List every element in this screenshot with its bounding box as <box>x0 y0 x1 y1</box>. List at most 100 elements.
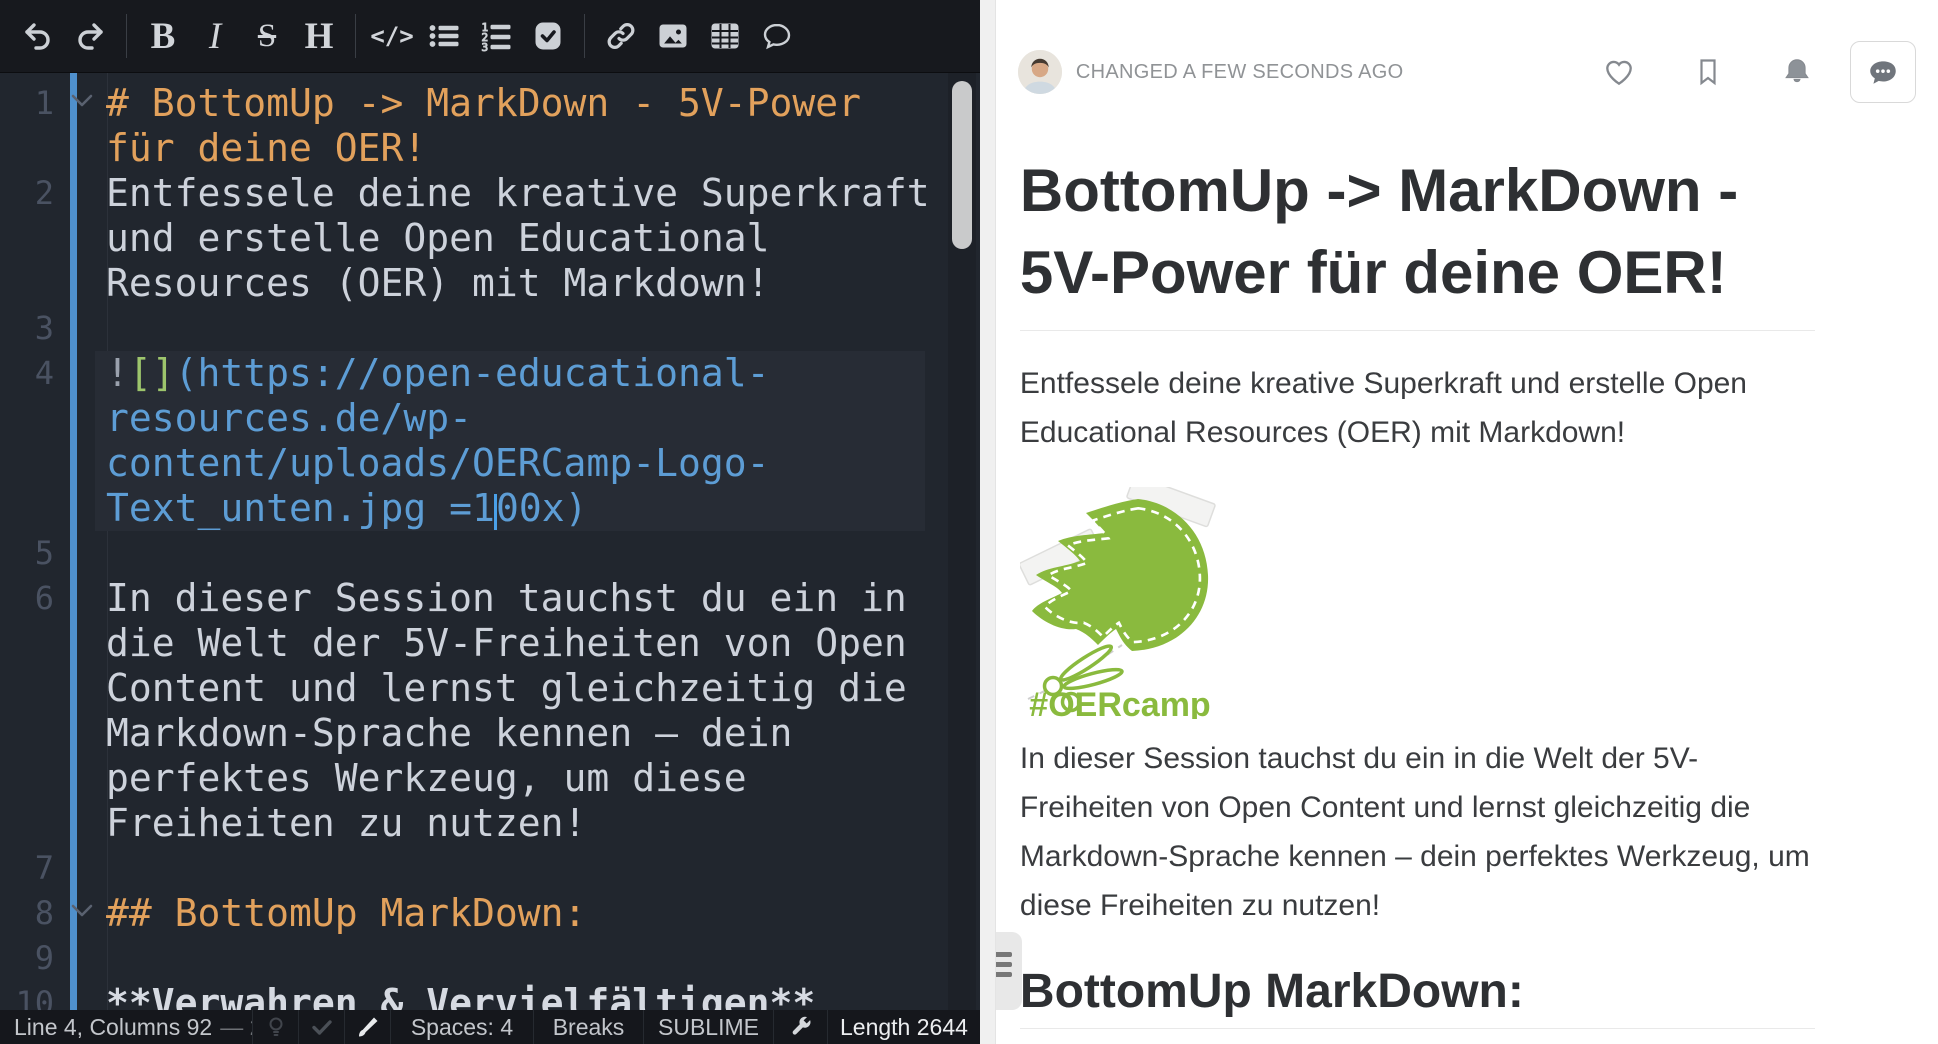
link-button[interactable] <box>595 0 647 73</box>
editor-line-1[interactable]: 1 # BottomUp -> MarkDown - 5V-Power für … <box>0 81 980 171</box>
strikethrough-button[interactable]: S <box>241 0 293 73</box>
chat-bubble-icon <box>1866 55 1900 89</box>
hamburger-icon <box>996 952 1012 957</box>
bell-icon <box>1780 55 1814 89</box>
editor-pane: B I S H </> 123 <box>0 0 980 1044</box>
editor-line-text: ## BottomUp MarkDown: <box>106 891 936 936</box>
undo-icon <box>22 20 54 52</box>
task-list-button[interactable] <box>522 0 574 73</box>
avatar[interactable] <box>1018 50 1062 94</box>
editor-line-8[interactable]: 8 ## BottomUp MarkDown: <box>0 891 980 936</box>
editor-line-7[interactable]: 7 <box>0 846 980 891</box>
toolbar-separator <box>355 14 356 58</box>
line-number: 7 <box>0 846 58 891</box>
redo-button[interactable] <box>64 0 116 73</box>
preview-heading-2: BottomUp MarkDown: <box>1020 966 1815 1018</box>
preferences-button[interactable] <box>773 1010 827 1044</box>
notifications-button[interactable] <box>1780 55 1814 89</box>
fold-toggle[interactable] <box>58 81 106 113</box>
heading-icon: H <box>305 15 334 58</box>
link-icon <box>605 20 637 52</box>
editor-line-text <box>106 531 936 576</box>
theme-button[interactable] <box>344 1010 390 1044</box>
line-number: 2 <box>0 171 58 216</box>
preview-header: CHANGED A FEW SECONDS AGO <box>996 0 1938 110</box>
bold-icon: B <box>151 15 176 58</box>
image-icon <box>657 20 689 52</box>
cursor-position: Line 4, Columns 92 — 21 <box>0 1010 252 1044</box>
preview-content: BottomUp -> MarkDown - 5V-Power für dein… <box>996 110 1938 1044</box>
line-number: 9 <box>0 936 58 981</box>
line-number: 3 <box>0 306 58 351</box>
image-button[interactable] <box>647 0 699 73</box>
changed-status: CHANGED A FEW SECONDS AGO <box>1076 61 1404 84</box>
comments-button[interactable] <box>1850 41 1916 103</box>
line-number: 8 <box>0 891 58 936</box>
bold-button[interactable]: B <box>137 0 189 73</box>
editor-line-text: Entfessele deine kreative Superkraft und… <box>106 171 936 306</box>
comment-button[interactable] <box>751 0 803 73</box>
editor-line-text: # BottomUp -> MarkDown - 5V-Power für de… <box>106 81 936 171</box>
line-number: 5 <box>0 531 58 576</box>
redo-icon <box>74 20 106 52</box>
editor-toolbar: B I S H </> 123 <box>0 0 980 73</box>
indent-setting[interactable]: Spaces: 4 <box>390 1010 533 1044</box>
editor-line-2[interactable]: 2 Entfessele deine kreative Superkraft u… <box>0 171 980 306</box>
avatar-image <box>1018 50 1062 94</box>
italic-button[interactable]: I <box>189 0 241 73</box>
spellcheck-button[interactable] <box>298 1010 344 1044</box>
bookmark-button[interactable] <box>1692 56 1724 88</box>
svg-text:3: 3 <box>482 41 489 52</box>
preview-paragraph-2: In dieser Session tauchst du ein in die … <box>1020 734 1815 930</box>
unordered-list-button[interactable] <box>418 0 470 73</box>
comment-icon <box>761 20 793 52</box>
toc-toggle[interactable] <box>996 932 1022 1010</box>
editor-line-text <box>106 846 936 891</box>
fold-toggle[interactable] <box>58 891 106 923</box>
line-number: 4 <box>0 351 58 396</box>
checkmark-icon <box>310 1015 334 1039</box>
editor-line-3[interactable]: 3 <box>0 306 980 351</box>
wrench-icon <box>789 1015 813 1039</box>
table-button[interactable] <box>699 0 751 73</box>
like-button[interactable] <box>1602 55 1636 89</box>
editor-line-9[interactable]: 9 <box>0 936 980 981</box>
editor-scrollbar-thumb[interactable] <box>952 81 972 249</box>
editor-line-5[interactable]: 5 <box>0 531 980 576</box>
ordered-list-button[interactable]: 123 <box>470 0 522 73</box>
oercamp-flame-graphic: #OERcamp <box>1020 487 1220 719</box>
task-list-icon <box>532 20 564 52</box>
chevron-down-icon <box>70 93 94 108</box>
editor-scrollbar[interactable] <box>948 73 976 1010</box>
preview-pane: CHANGED A FEW SECONDS AGO BottomUp -> Ma… <box>996 0 1938 1044</box>
toolbar-separator <box>584 14 585 58</box>
editor-line-6[interactable]: 6 In dieser Session tauchst du ein in di… <box>0 576 980 846</box>
editor-line-text: ![](https://open-educational-resources.d… <box>95 351 925 531</box>
title-divider <box>1020 330 1815 331</box>
chevron-down-icon <box>70 903 94 918</box>
linebreak-setting[interactable]: Breaks <box>533 1010 643 1044</box>
editor-line-4[interactable]: 4 ![](https://open-educational-resources… <box>0 351 980 531</box>
editor-line-text <box>106 306 936 351</box>
pane-divider[interactable] <box>980 0 996 1044</box>
heading-button[interactable]: H <box>293 0 345 73</box>
editor-line-text: **Verwahren & Vervielfältigen** <box>106 981 936 1010</box>
ordered-list-icon: 123 <box>480 20 512 52</box>
editor-line-text <box>106 936 936 981</box>
keymap-setting[interactable]: SUBLIME <box>643 1010 773 1044</box>
document-length: Length 2644 <box>827 1010 980 1044</box>
undo-button[interactable] <box>12 0 64 73</box>
editor-line-10[interactable]: 10 **Verwahren & Vervielfältigen** <box>0 981 980 1010</box>
line-number: 10 <box>0 981 58 1010</box>
editor-body[interactable]: 1 # BottomUp -> MarkDown - 5V-Power für … <box>0 73 980 1010</box>
code-icon: </> <box>370 22 413 50</box>
line-number: 1 <box>0 81 58 126</box>
preview-title: BottomUp -> MarkDown - 5V-Power für dein… <box>1020 150 1815 314</box>
status-bar: Line 4, Columns 92 — 21 Spaces: 4 Breaks… <box>0 1010 980 1044</box>
italic-icon: I <box>209 15 221 58</box>
preview-paragraph-1: Entfessele deine kreative Superkraft und… <box>1020 359 1815 457</box>
editor-line-text: In dieser Session tauchst du ein in die … <box>106 576 936 846</box>
hint-button[interactable] <box>252 1010 298 1044</box>
image-bang-token: ! <box>106 351 129 395</box>
code-button[interactable]: </> <box>366 0 418 73</box>
